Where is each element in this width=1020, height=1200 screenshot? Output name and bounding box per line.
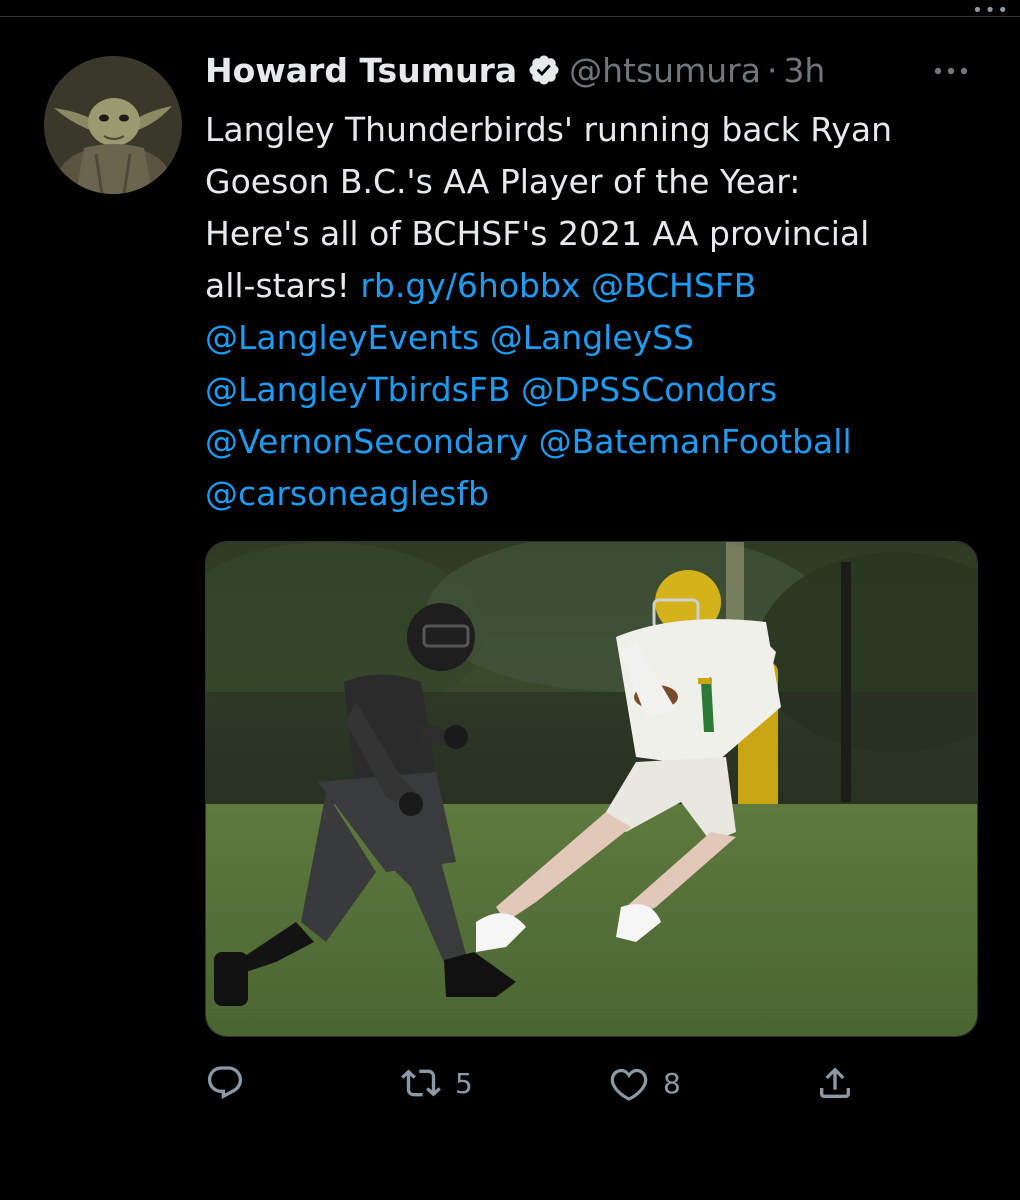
retweet-icon [401,1069,441,1097]
tweet-text-segment [580,266,591,305]
tweet-text-line: @LangleyTbirdsFB @DPSSCondors [205,364,985,416]
overflow-dots-icon: ••• [972,0,1010,21]
tweet-text-segment: Goeson B.C.'s AA Player of the Year: [205,162,801,201]
mention-link[interactable]: @VernonSecondary [205,422,528,461]
tweet-text-segment [528,422,539,461]
tweet-photo[interactable] [205,541,978,1037]
mention-link[interactable]: @BatemanFootball [539,422,852,461]
tweet-actions: 5 8 [205,1055,865,1111]
heart-icon [610,1068,648,1101]
tweet-text-segment [511,370,522,409]
tweet-text-segment [479,318,490,357]
tweet-text-line: all-stars! rb.gy/6hobbx @BCHSFB [205,260,985,312]
mention-link[interactable]: @LangleySS [490,318,694,357]
tweet-text-segment: all-stars! [205,266,361,305]
tweet-text-segment: Langley Thunderbirds' running back Ryan [205,110,893,149]
top-divider [0,16,1020,17]
like-button[interactable]: 8 [609,1055,681,1111]
tweet-text-line: @carsoneaglesfb [205,468,985,520]
share-button[interactable] [815,1055,855,1111]
tweet-header: Howard Tsumura @htsumura · 3h [205,50,825,90]
timestamp[interactable]: 3h [783,51,825,90]
tweet-text-segment: Here's all of BCHSF's 2021 AA provincial [205,214,870,253]
tweet-text-line: @LangleyEvents @LangleySS [205,312,985,364]
tweet-text-line: @VernonSecondary @BatemanFootball [205,416,985,468]
share-icon [820,1067,850,1098]
tweet-text: Langley Thunderbirds' running back Ryan G… [205,104,985,520]
reply-icon [207,1066,243,1100]
display-name[interactable]: Howard Tsumura [205,51,517,90]
more-options-icon[interactable] [930,56,972,86]
reply-button[interactable] [205,1055,259,1111]
avatar[interactable] [44,56,182,194]
url-link[interactable]: rb.gy/6hobbx [360,266,580,305]
mention-link[interactable]: @BCHSFB [591,266,756,305]
tweet-text-line: Langley Thunderbirds' running back Ryan [205,104,985,156]
like-count: 8 [663,1066,681,1100]
mention-link[interactable]: @carsoneaglesfb [205,474,489,513]
retweet-count: 5 [455,1066,473,1100]
tweet-text-line: Goeson B.C.'s AA Player of the Year: [205,156,985,208]
separator-dot: · [766,50,778,90]
mention-link[interactable]: @LangleyEvents [205,318,479,357]
verified-badge-icon [527,53,561,87]
mention-link[interactable]: @LangleyTbirdsFB [205,370,511,409]
tweet-text-line: Here's all of BCHSF's 2021 AA provincial [205,208,985,260]
user-handle[interactable]: @htsumura [569,51,761,90]
retweet-button[interactable]: 5 [401,1055,473,1111]
mention-link[interactable]: @DPSSCondors [521,370,777,409]
